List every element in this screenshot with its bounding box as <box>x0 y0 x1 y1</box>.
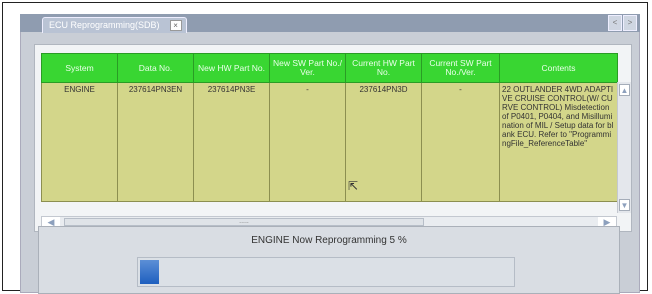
cell-data-no: 237614PN3EN <box>117 82 194 202</box>
col-header-system[interactable]: System <box>41 53 118 83</box>
col-header-current-hw-part[interactable]: Current HW Part No. <box>345 53 422 83</box>
close-tab-button[interactable]: × <box>169 20 182 31</box>
tab-ecu-reprogramming[interactable]: ECU Reprogramming(SDB) × <box>42 17 187 33</box>
nav-back-button[interactable]: < <box>608 15 622 31</box>
reprogramming-table: System Data No. New HW Part No. New SW P… <box>41 53 618 202</box>
scroll-down-button[interactable]: ▼ <box>619 199 630 211</box>
monitor-frame: ECU Reprogramming(SDB) × < > System Data… <box>2 2 648 294</box>
tab-label: ECU Reprogramming(SDB) <box>49 20 160 30</box>
reprogramming-table-panel: System Data No. New HW Part No. New SW P… <box>34 44 632 232</box>
cell-contents: 22 OUTLANDER 4WD ADAPTIVE CRUISE CONTROL… <box>499 82 618 202</box>
cell-current-sw-part: - <box>421 82 500 202</box>
chevron-up-icon: ▲ <box>620 86 629 95</box>
col-header-new-sw-part[interactable]: New SW Part No./ Ver. <box>269 53 346 83</box>
col-header-contents[interactable]: Contents <box>499 53 618 83</box>
col-header-data-no[interactable]: Data No. <box>117 53 194 83</box>
table-row[interactable]: ENGINE 237614PN3EN 237614PN3E - 237614PN… <box>41 82 618 202</box>
mouse-pointer-icon: ⇱ <box>348 179 359 193</box>
vertical-scrollbar[interactable]: ▲ ▼ <box>617 82 631 213</box>
chevron-down-icon: ▼ <box>620 201 629 210</box>
cell-system: ENGINE <box>41 82 118 202</box>
status-message: ENGINE Now Reprogramming 5 % <box>251 235 407 246</box>
app-window: ECU Reprogramming(SDB) × < > System Data… <box>20 14 640 294</box>
cell-new-hw-part: 237614PN3E <box>193 82 270 202</box>
col-header-current-sw-part[interactable]: Current SW Part No./Ver. <box>421 53 500 83</box>
table-header-row: System Data No. New HW Part No. New SW P… <box>41 53 618 83</box>
reprogramming-status-panel: ENGINE Now Reprogramming 5 % <box>38 226 620 294</box>
horizontal-scroll-thumb[interactable]: ..... <box>64 218 424 226</box>
title-bar: ECU Reprogramming(SDB) × < > <box>20 14 640 33</box>
nav-forward-button[interactable]: > <box>623 15 637 31</box>
cell-new-sw-part: - <box>269 82 346 202</box>
col-header-new-hw-part[interactable]: New HW Part No. <box>193 53 270 83</box>
progress-fill <box>140 260 159 284</box>
scroll-up-button[interactable]: ▲ <box>619 84 630 96</box>
reprogramming-progress-bar <box>137 257 515 287</box>
scroll-thumb-grip: ..... <box>239 218 249 225</box>
